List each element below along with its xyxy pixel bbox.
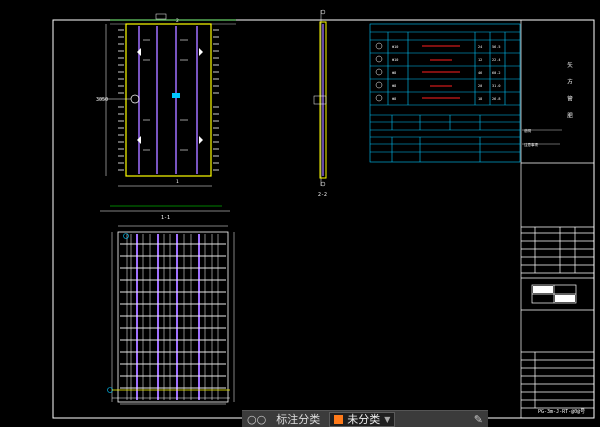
svg-text:3050: 3050 [96, 97, 108, 103]
edit-layer-button[interactable]: ✎ [469, 411, 488, 427]
rebar-grid-plan [107, 225, 235, 405]
svg-text:Φ10: Φ10 [392, 58, 398, 62]
svg-text:Φ8: Φ8 [392, 84, 396, 88]
sheet-title: 矢 方 管 肥 [566, 61, 573, 122]
plan-view-top: 3050 1-1 1 2 [96, 13, 236, 221]
svg-text:18: 18 [478, 97, 482, 101]
edit-icon: ✎ [473, 412, 483, 426]
title-block-logo-fill [533, 286, 553, 293]
drawing-canvas[interactable]: 3050 1-1 1 2 2-2 Φ10Φ10 Φ8Φ8Φ8 241246 20… [0, 0, 600, 426]
layer-properties-button[interactable]: ○○ [242, 411, 271, 427]
current-layer-dropdown[interactable]: 未分类 ▼ [329, 411, 396, 427]
chevron-down-icon: ▼ [384, 414, 391, 424]
title-block [520, 20, 594, 418]
layer-category-label: 标注分类 [276, 413, 321, 426]
svg-text:24: 24 [478, 45, 482, 49]
layer-toolbar: ○○ 标注分类 未分类 ▼ ✎ [242, 410, 488, 427]
svg-text:Φ8: Φ8 [392, 97, 396, 101]
svg-text:20: 20 [478, 84, 482, 88]
side-view: 2-2 [313, 9, 327, 198]
svg-text:2: 2 [176, 18, 179, 24]
section-label-2-2: 2-2 [318, 192, 327, 198]
title-block-logo-fill-2 [555, 295, 575, 302]
svg-text:Φ10: Φ10 [392, 45, 398, 49]
current-layer-name: 未分类 [347, 413, 381, 426]
note-2: 注意事项 [524, 142, 538, 147]
svg-text:22.4: 22.4 [492, 58, 500, 62]
svg-text:56.5: 56.5 [492, 45, 500, 49]
note-1: 说明 [524, 128, 532, 133]
svg-text:1: 1 [176, 179, 179, 185]
rebar-schedule-marks: Φ10 Φ10 Φ8 Φ8 Φ8 24 12 46 20 18 56.5 22.4 60.2 3… [375, 42, 500, 102]
drawing-number: PG-3m-J-RT-@0@号 [538, 409, 585, 415]
layer-properties-icon: ○○ [247, 412, 267, 426]
svg-text:12: 12 [478, 58, 482, 62]
svg-text:31.0: 31.0 [492, 84, 500, 88]
layer-color-swatch [334, 414, 344, 424]
section-label-1-1: 1-1 [161, 215, 170, 221]
svg-text:46: 46 [478, 71, 482, 75]
svg-text:26.8: 26.8 [492, 97, 500, 101]
svg-text:Φ8: Φ8 [392, 71, 396, 75]
svg-text:60.2: 60.2 [492, 71, 500, 75]
